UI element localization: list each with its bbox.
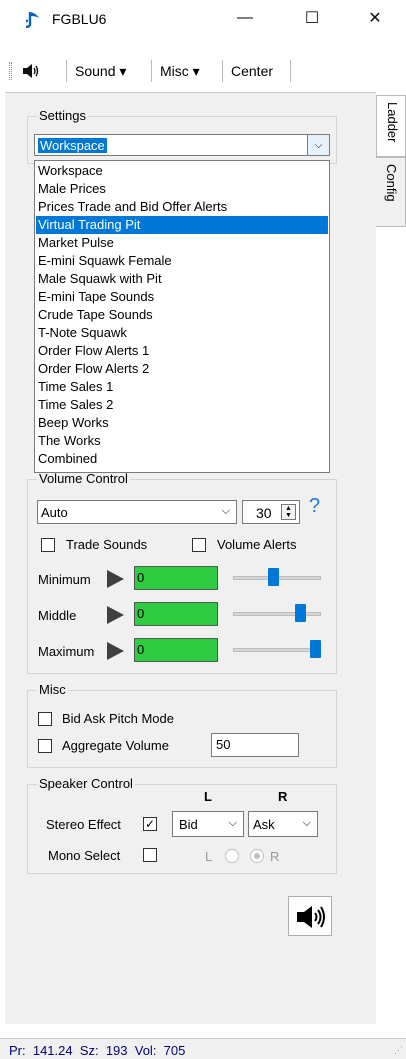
list-item[interactable]: Time Sales 2	[36, 396, 328, 414]
right-channel-header: R	[278, 789, 288, 804]
toolbar-separator	[222, 60, 223, 82]
music-note-icon	[26, 12, 39, 28]
list-item[interactable]: T-Note Squawk	[36, 324, 328, 342]
spinner-arrows[interactable]: ▲ ▼	[281, 504, 296, 520]
aggregate-volume-field[interactable]: 50	[211, 733, 299, 757]
list-item-highlighted[interactable]: Virtual Trading Pit	[36, 216, 328, 234]
tab-ladder[interactable]: Ladder	[376, 95, 406, 157]
middle-label: Middle	[38, 608, 77, 623]
volume-alerts-checkbox[interactable]	[192, 538, 206, 552]
maximum-slider-thumb[interactable]	[310, 640, 321, 658]
settings-selected: Workspace	[38, 138, 107, 153]
list-item[interactable]: Combined	[36, 450, 328, 468]
mono-right-label: R	[270, 849, 280, 864]
mono-right-radio[interactable]	[250, 849, 264, 863]
resize-grip-icon[interactable]: ⋰	[394, 1045, 403, 1056]
sound-menu[interactable]: Sound ▾	[75, 63, 126, 80]
checkmark-icon: ✓	[144, 817, 156, 831]
settings-combo[interactable]: Workspace ⌵	[34, 134, 330, 156]
bid-ask-pitch-label: Bid Ask Pitch Mode	[62, 711, 174, 726]
toolbar-grip[interactable]	[9, 62, 12, 80]
list-item[interactable]: E-mini Tape Sounds	[36, 288, 328, 306]
misc-menu[interactable]: Misc ▾	[160, 63, 200, 80]
maximum-slider-track[interactable]	[233, 648, 321, 652]
aggregate-volume-checkbox[interactable]	[38, 739, 52, 753]
aggregate-volume-label: Aggregate Volume	[62, 738, 169, 753]
volume-control-legend: Volume Control	[37, 471, 130, 486]
mono-select-checkbox[interactable]	[143, 848, 157, 862]
status-text: Pr: 141.24 Sz: 193 Vol: 705	[9, 1043, 186, 1058]
settings-dropdown-list[interactable]: Workspace Male Prices Prices Trade and B…	[34, 160, 330, 473]
window-title: FGBLU6	[52, 11, 107, 27]
toolbar-separator	[66, 60, 67, 82]
left-channel-header: L	[204, 789, 212, 804]
maximum-value[interactable]: 0	[134, 638, 218, 662]
minimize-button[interactable]: —	[222, 0, 268, 36]
list-item[interactable]: The Works	[36, 432, 328, 450]
tab-ladder-label: Ladder	[385, 102, 400, 143]
right-channel-select[interactable]: Ask ⌵	[248, 811, 318, 837]
volume-mode-value: Auto	[41, 505, 68, 520]
list-item[interactable]: Male Prices	[36, 180, 328, 198]
list-item[interactable]: Time Sales 1	[36, 378, 328, 396]
bid-ask-pitch-checkbox[interactable]	[38, 712, 52, 726]
chevron-down-icon: ⌵	[221, 505, 230, 517]
chevron-down-icon[interactable]: ⌵	[307, 135, 329, 155]
speaker-button[interactable]	[288, 896, 332, 936]
chevron-down-icon: ⌵	[302, 817, 311, 829]
misc-legend: Misc	[37, 682, 68, 697]
help-icon[interactable]: ?	[309, 495, 320, 518]
list-item[interactable]: Market Pulse	[36, 234, 328, 252]
list-item[interactable]: Male Squawk with Pit	[36, 270, 328, 288]
mono-left-radio[interactable]	[225, 849, 239, 863]
trade-sounds-checkbox[interactable]	[41, 538, 55, 552]
close-button[interactable]: ✕	[352, 0, 398, 36]
toolbar-separator	[151, 60, 152, 82]
list-item[interactable]: Crude Tape Sounds	[36, 306, 328, 324]
title-bar: FGBLU6 — ☐ ✕	[0, 0, 406, 36]
speaker-mute-toggle-icon[interactable]	[22, 64, 42, 78]
left-channel-select[interactable]: Bid ⌵	[172, 811, 244, 837]
middle-slider-thumb[interactable]	[294, 604, 306, 622]
play-icon[interactable]	[107, 606, 124, 624]
volume-mode-select[interactable]: Auto ⌵	[37, 500, 237, 524]
right-channel-value: Ask	[253, 817, 275, 832]
stereo-effect-checkbox[interactable]: ✓	[143, 817, 157, 831]
status-bar: Pr: 141.24 Sz: 193 Vol: 705 ⋰	[0, 1038, 406, 1059]
middle-slider-track[interactable]	[233, 612, 321, 616]
mono-select-label: Mono Select	[48, 848, 121, 863]
play-icon[interactable]	[107, 570, 124, 588]
minimum-label: Minimum	[38, 572, 91, 587]
center-button[interactable]: Center	[231, 63, 273, 79]
speaker-control-legend: Speaker Control	[37, 776, 135, 791]
settings-legend: Settings	[37, 108, 88, 123]
mono-left-label: L	[205, 849, 213, 864]
volume-spinner-value: 30	[256, 505, 272, 521]
minimum-value[interactable]: 0	[134, 566, 218, 590]
volume-spinner[interactable]: 30 ▲ ▼	[242, 500, 300, 524]
maximize-button[interactable]: ☐	[289, 0, 335, 36]
play-icon[interactable]	[107, 642, 124, 660]
left-channel-value: Bid	[179, 817, 198, 832]
chevron-down-icon: ⌵	[228, 817, 237, 829]
tab-config-label: Config	[384, 164, 399, 202]
list-item[interactable]: Workspace	[36, 162, 328, 180]
speaker-icon	[297, 906, 325, 928]
middle-value[interactable]: 0	[134, 602, 218, 626]
toolbar: Sound ▾ Misc ▾ Center	[0, 52, 406, 88]
tab-config[interactable]: Config	[376, 157, 406, 227]
minimum-slider-thumb[interactable]	[267, 568, 279, 586]
list-item[interactable]: Order Flow Alerts 2	[36, 360, 328, 378]
stereo-effect-label: Stereo Effect	[46, 817, 121, 832]
maximum-label: Maximum	[38, 644, 95, 659]
list-item[interactable]: Beep Works	[36, 414, 328, 432]
toolbar-separator	[290, 60, 291, 82]
list-item[interactable]: Order Flow Alerts 1	[36, 342, 328, 360]
list-item[interactable]: Prices Trade and Bid Offer Alerts	[36, 198, 328, 216]
list-item[interactable]: E-mini Squawk Female	[36, 252, 328, 270]
trade-sounds-label: Trade Sounds	[66, 537, 148, 552]
volume-alerts-label: Volume Alerts	[217, 537, 297, 552]
